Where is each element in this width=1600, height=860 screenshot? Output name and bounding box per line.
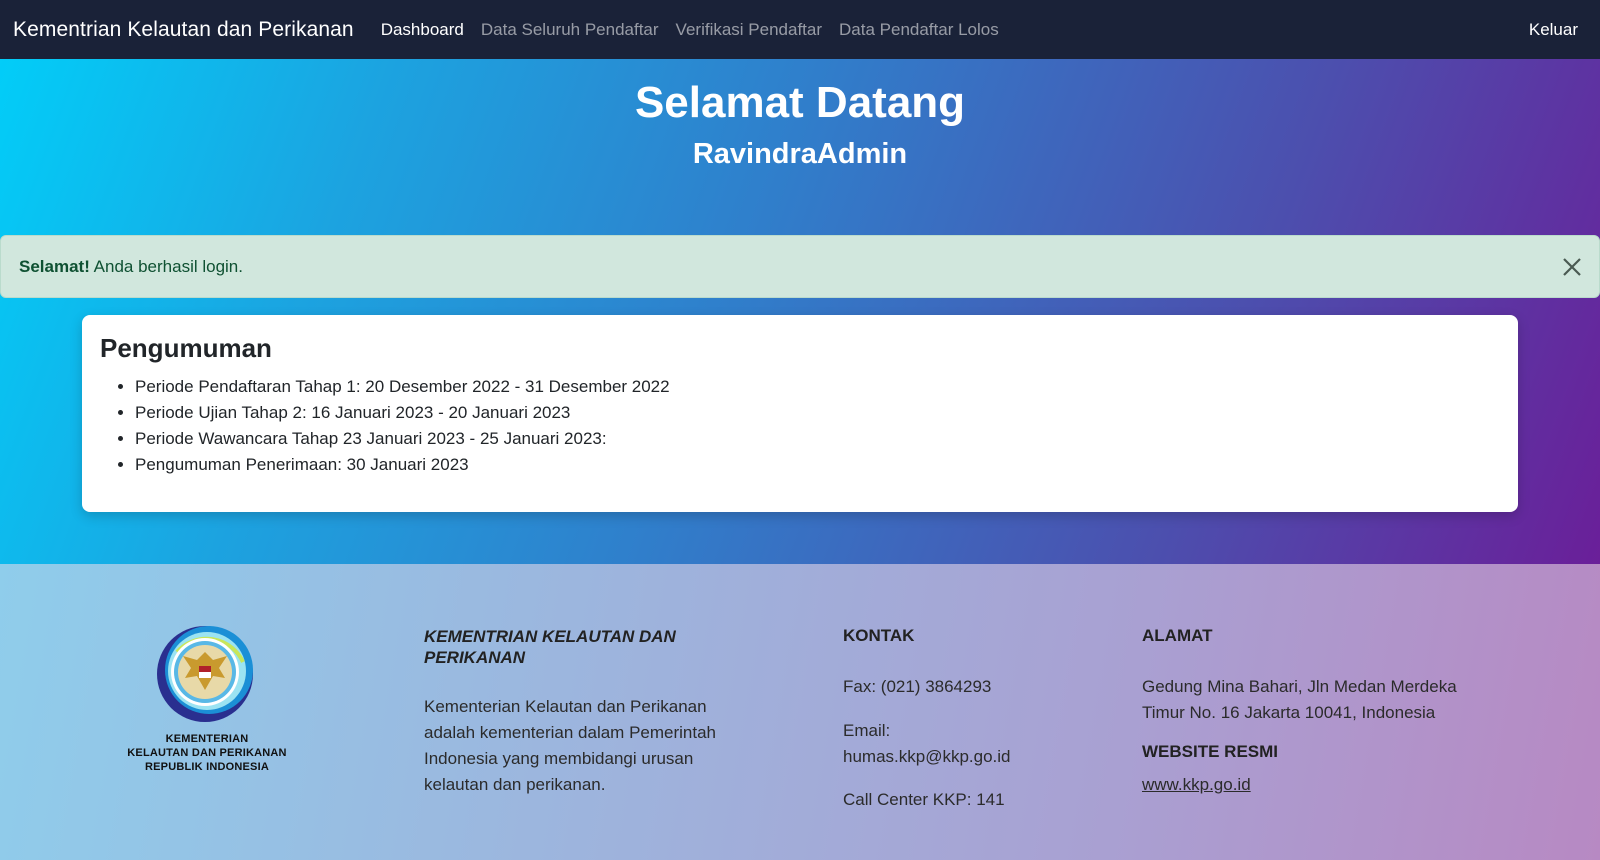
alert-strong: Selamat!	[19, 256, 90, 276]
alert-message: Anda berhasil login.	[89, 256, 243, 276]
kkp-logo: KEMENTERIAN KELAUTAN DAN PERIKANAN REPUB…	[120, 622, 294, 774]
welcome-title: Selamat Datang	[634, 78, 966, 127]
address-line-2: Timur No. 16 Jakarta 10041, Indonesia	[1142, 703, 1436, 722]
list-item: Periode Pendaftaran Tahap 1: 20 Desember…	[135, 374, 1500, 400]
nav-menu: Dashboard Data Seluruh Pendaftar Verifik…	[381, 20, 1016, 40]
address-text: Gedung Mina Bahari, Jln Medan Merdeka Ti…	[1142, 674, 1457, 726]
navbar-brand[interactable]: Kementrian Kelautan dan Perikanan	[13, 18, 354, 42]
contact-call-center: Call Center KKP: 141	[843, 790, 1005, 809]
about-title: KEMENTRIAN KELAUTAN DAN PERIKANAN	[424, 626, 676, 668]
list-item: Pengumuman Penerimaan: 30 Januari 2023	[135, 452, 1500, 478]
announcement-list: Periode Pendaftaran Tahap 1: 20 Desember…	[100, 374, 1500, 478]
address-line-1: Gedung Mina Bahari, Jln Medan Merdeka	[1142, 677, 1457, 696]
nav-verifikasi-pendaftar[interactable]: Verifikasi Pendaftar	[676, 20, 822, 40]
list-item: Periode Wawancara Tahap 23 Januari 2023 …	[135, 426, 1500, 452]
contact-title: KONTAK	[843, 626, 915, 645]
welcome-username: RavindraAdmin	[692, 138, 908, 170]
about-title-line-1: KEMENTRIAN KELAUTAN DAN	[424, 627, 676, 646]
address-title: ALAMAT	[1142, 626, 1213, 645]
list-item: Periode Ujian Tahap 2: 16 Januari 2023 -…	[135, 400, 1500, 426]
logo-caption: KEMENTERIAN KELAUTAN DAN PERIKANAN REPUB…	[120, 732, 294, 774]
contact-fax: Fax: (021) 3864293	[843, 677, 992, 696]
contact-email[interactable]: humas.kkp@kkp.go.id	[843, 744, 1011, 770]
nav-data-seluruh-pendaftar[interactable]: Data Seluruh Pendaftar	[481, 20, 659, 40]
top-navbar: Kementrian Kelautan dan Perikanan Dashbo…	[0, 0, 1600, 59]
logo-line-3: REPUBLIK INDONESIA	[145, 761, 269, 773]
logout-link[interactable]: Keluar	[1529, 0, 1578, 59]
kkp-emblem-icon	[157, 626, 253, 722]
hero-section: Selamat Datang RavindraAdmin Selamat! An…	[0, 59, 1600, 564]
footer: KEMENTERIAN KELAUTAN DAN PERIKANAN REPUB…	[0, 564, 1600, 860]
about-description: Kementerian Kelautan dan Perikanan adala…	[424, 694, 716, 798]
about-line-4: kelautan dan perikanan.	[424, 775, 606, 794]
nav-data-pendaftar-lolos[interactable]: Data Pendaftar Lolos	[839, 20, 999, 40]
alert-text: Selamat! Anda berhasil login.	[19, 257, 243, 277]
logo-line-1: KEMENTERIAN	[165, 733, 249, 745]
website-title: WEBSITE RESMI	[1142, 742, 1279, 761]
nav-dashboard[interactable]: Dashboard	[381, 20, 464, 40]
logo-line-2: KELAUTAN DAN PERIKANAN	[127, 747, 287, 759]
about-line-3: Indonesia yang membidangi urusan	[424, 749, 694, 768]
login-success-alert: Selamat! Anda berhasil login.	[0, 235, 1600, 298]
close-icon[interactable]	[1561, 256, 1583, 278]
about-title-line-2: PERIKANAN	[424, 648, 526, 667]
contact-email-label: Email:	[843, 721, 891, 740]
announcement-card: Pengumuman Periode Pendaftaran Tahap 1: …	[82, 315, 1518, 512]
announcement-title: Pengumuman	[100, 333, 272, 363]
about-line-2: adalah kementerian dalam Pemerintah	[424, 723, 717, 742]
about-line-1: Kementerian Kelautan dan Perikanan	[424, 697, 707, 716]
website-link[interactable]: www.kkp.go.id	[1142, 772, 1251, 798]
